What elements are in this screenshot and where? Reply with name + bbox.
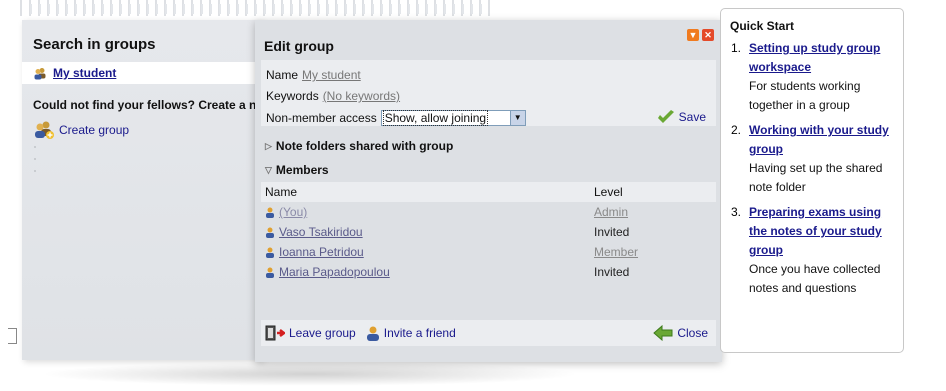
my-group-row[interactable]: My student [22,62,262,84]
collapse-icon[interactable]: ▼ [687,29,699,41]
keywords-label: Keywords [266,89,319,103]
members-section-toggle[interactable]: ▽ Members [265,163,329,177]
checkmark-icon [657,110,675,124]
table-row: Vaso Tsakiridou Invited [261,222,716,242]
table-row: (You) Admin [261,202,716,222]
table-row: Maria Papadopoulou Invited [261,262,716,282]
notebook-spiral-rings [26,4,486,14]
list-number: 3. [731,205,742,219]
decor-dot [34,158,36,160]
edit-group-title: Edit group [264,38,334,54]
member-name-link[interactable]: (You) [279,205,307,219]
dialog-controls: ▼ ✕ [687,29,714,41]
panel-shadow [40,362,580,386]
save-label: Save [678,110,706,124]
leave-door-icon [265,325,285,341]
access-select[interactable]: Show, allow joining ▼ [380,110,526,126]
access-label: Non-member access [266,111,377,125]
keywords-field: Keywords (No keywords) [266,89,400,103]
decor-dot [34,146,36,148]
group-people-icon [33,67,47,80]
list-item: 2. Working with your study group Having … [731,121,899,197]
search-panel: Search in groups My student Could not fi… [22,20,262,360]
create-group-label: Create group [59,123,130,137]
table-row: Ioanna Petridou Member [261,242,716,262]
user-icon [265,207,275,218]
my-group-link[interactable]: My student [53,66,116,80]
user-icon [366,326,380,341]
quick-start-list: 1. Setting up study group workspace For … [731,39,899,304]
member-level: Invited [594,265,630,279]
quick-start-link[interactable]: Working with your study group [749,121,899,159]
members-section-label: Members [275,163,329,177]
members-table-header: Name Level [261,182,716,202]
list-item: 1. Setting up study group workspace For … [731,39,899,115]
back-arrow-icon [653,325,673,341]
could-not-find-text: Could not find your fellows? Create a n [33,98,257,112]
close-label: Close [677,326,708,340]
triangle-right-icon: ▷ [265,140,272,151]
access-selected-value: Show, allow joining [382,110,489,126]
create-group-icon [33,120,55,140]
member-name-link[interactable]: Maria Papadopoulou [279,265,390,279]
leave-group-label: Leave group [289,326,356,340]
dialog-footer: Leave group Invite a friend Close [261,320,716,346]
member-name-link[interactable]: Ioanna Petridou [279,245,364,259]
leave-group-button[interactable]: Leave group [265,325,356,341]
list-number: 2. [731,123,742,137]
quick-start-link[interactable]: Preparing exams using the notes of your … [749,203,899,260]
keywords-value[interactable]: (No keywords) [323,89,400,103]
level-column-header: Level [594,185,623,199]
page-tab-glyph [8,328,17,344]
quick-start-desc: For students working together in a group [749,79,861,112]
name-field: Name My student [266,68,361,82]
decor-dot [34,170,36,172]
quick-start-panel: Quick Start 1. Setting up study group wo… [720,8,904,353]
close-button[interactable]: Close [653,325,708,341]
member-level: Invited [594,225,630,239]
list-item: 3. Preparing exams using the notes of yo… [731,203,899,298]
name-label: Name [266,68,299,82]
chevron-down-icon[interactable]: ▼ [509,111,525,125]
access-field: Non-member access Show, allow joining ▼ [266,110,526,126]
members-table: Name Level (You) Admin Vaso Tsakiridou I… [261,182,716,282]
invite-friend-button[interactable]: Invite a friend [366,326,456,341]
notes-section-toggle[interactable]: ▷ Note folders shared with group [265,139,453,153]
member-name-link[interactable]: Vaso Tsakiridou [279,225,363,239]
user-icon [265,227,275,238]
member-level-link[interactable]: Member [594,245,638,259]
quick-start-desc: Once you have collected notes and questi… [749,262,881,295]
group-settings: Name My student Keywords (No keywords) Non… [261,60,716,126]
invite-friend-label: Invite a friend [383,326,456,340]
save-button[interactable]: Save [657,110,706,124]
member-level-link[interactable]: Admin [594,205,628,219]
list-number: 1. [731,41,742,55]
quick-start-link[interactable]: Setting up study group workspace [749,39,899,77]
quick-start-title: Quick Start [730,19,795,33]
triangle-down-icon: ▽ [265,164,272,175]
user-icon [265,267,275,278]
edit-group-dialog: Edit group ▼ ✕ Name My student Keywords (N… [255,20,722,362]
close-icon[interactable]: ✕ [702,29,714,41]
name-column-header: Name [265,185,298,199]
create-group-button[interactable]: Create group [33,120,129,140]
user-icon [265,247,275,258]
search-panel-title: Search in groups [33,36,156,53]
notes-section-label: Note folders shared with group [275,139,454,153]
name-value[interactable]: My student [302,68,361,82]
quick-start-desc: Having set up the shared note folder [749,161,883,194]
